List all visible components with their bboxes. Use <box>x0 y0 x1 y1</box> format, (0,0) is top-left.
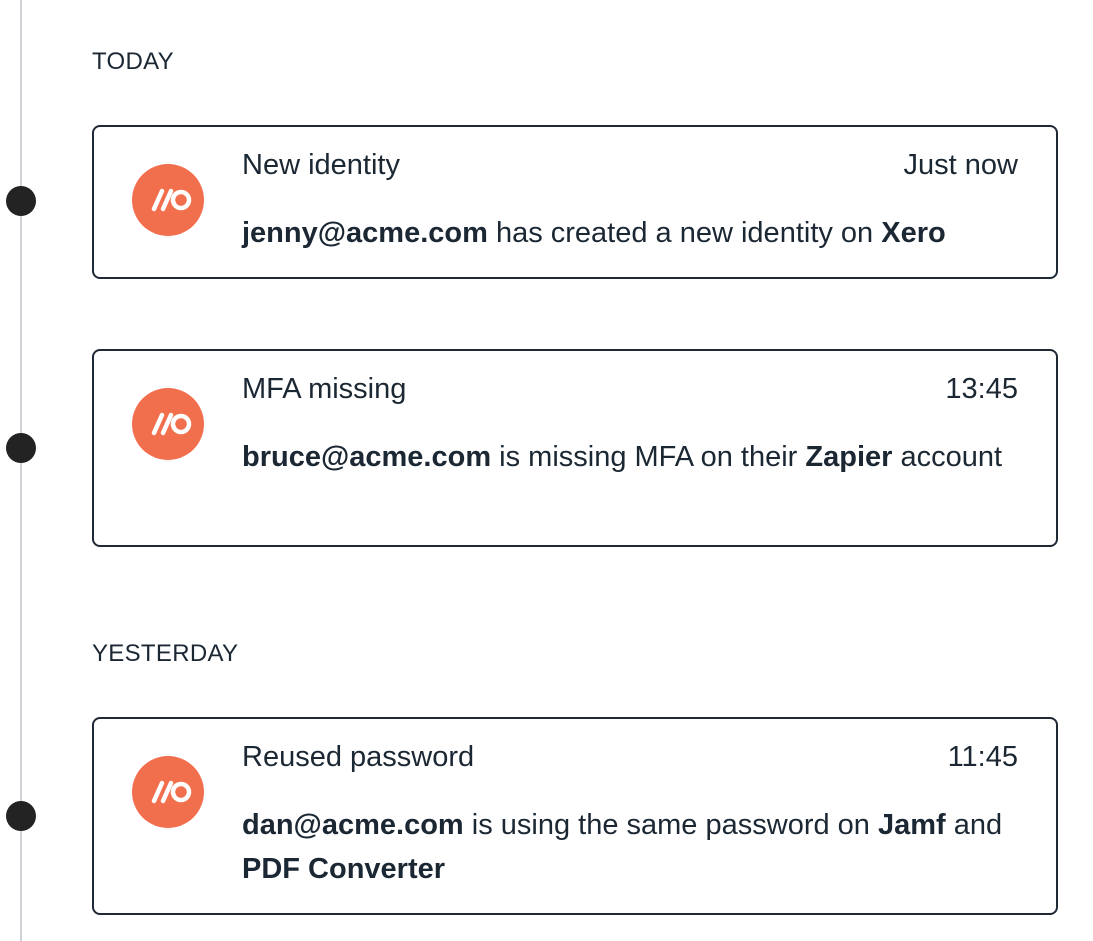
section-label-today: TODAY <box>92 48 174 75</box>
app-name: PDF Converter <box>242 853 446 885</box>
timeline-dot <box>6 186 36 216</box>
activity-card-mfa-missing[interactable]: MFA missing 13:45 bruce@acme.com is miss… <box>92 349 1058 547</box>
app-name: Jamf <box>877 809 946 841</box>
app-name: Xero <box>881 217 946 249</box>
activity-card-reused-password[interactable]: Reused password 11:45 dan@acme.com is us… <box>92 717 1058 915</box>
user-email: dan@acme.com <box>242 809 464 841</box>
activity-title: MFA missing <box>242 373 407 405</box>
brand-logo-icon <box>132 164 204 236</box>
section-label-yesterday: YESTERDAY <box>92 640 239 667</box>
brand-logo-icon <box>132 388 204 460</box>
user-email: jenny@acme.com <box>242 217 488 249</box>
user-email: bruce@acme.com <box>242 441 492 473</box>
activity-description: dan@acme.com is using the same password … <box>242 809 1003 885</box>
brand-logo-icon <box>132 756 204 828</box>
activity-description: jenny@acme.com has created a new identit… <box>242 217 946 249</box>
activity-title: New identity <box>242 149 400 181</box>
activity-timestamp: Just now <box>903 149 1018 181</box>
activity-title: Reused password <box>242 741 475 773</box>
activity-description: bruce@acme.com is missing MFA on their Z… <box>242 441 1003 473</box>
timeline-dot <box>6 801 36 831</box>
activity-timestamp: 13:45 <box>945 373 1018 405</box>
timeline-line <box>20 0 22 941</box>
timeline-dot <box>6 433 36 463</box>
activity-card-new-identity[interactable]: New identity Just now jenny@acme.com has… <box>92 125 1058 279</box>
activity-timestamp: 11:45 <box>947 741 1018 773</box>
activity-timeline: TODAY New identity Just now jenny@acme.c… <box>0 0 1093 941</box>
app-name: Zapier <box>805 441 893 473</box>
